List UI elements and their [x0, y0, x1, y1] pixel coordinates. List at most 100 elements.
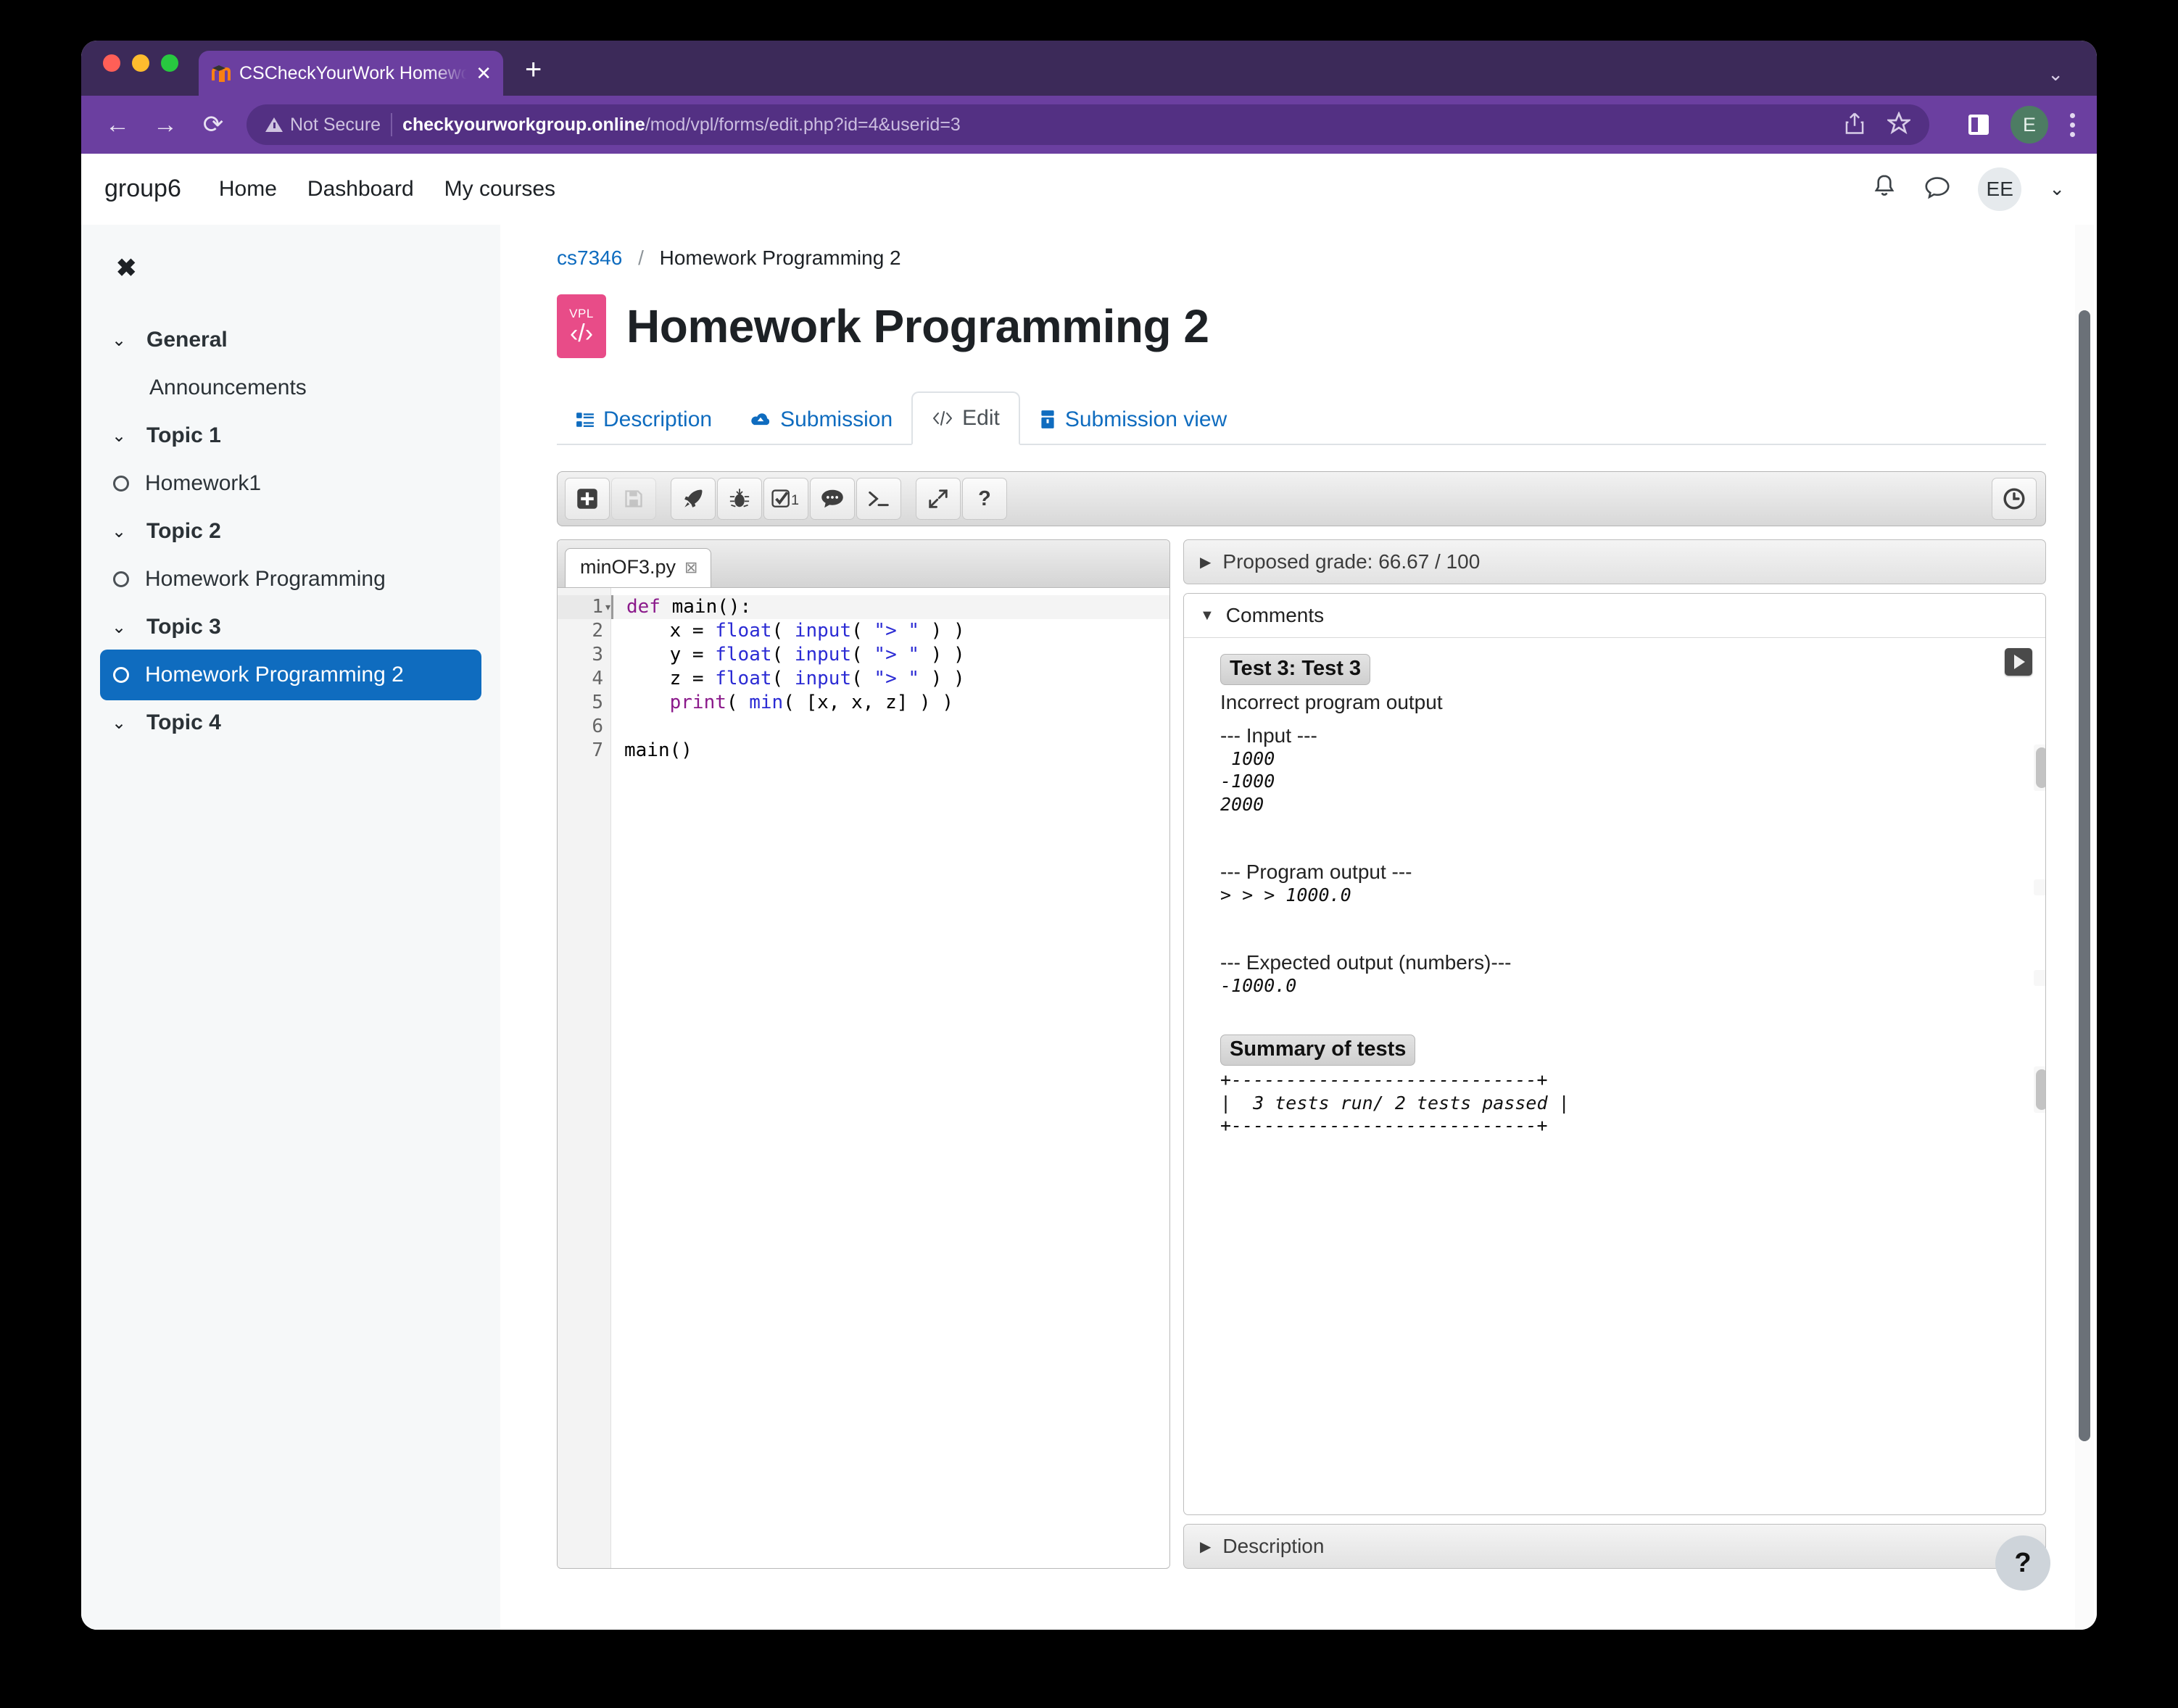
course-index-item-homework1[interactable]: Homework1 — [100, 458, 481, 509]
nav-link-home[interactable]: Home — [219, 177, 277, 202]
help-button[interactable]: ? — [962, 478, 1007, 520]
input-body: 1000 -1000 2000 — [1220, 748, 1275, 815]
tab-submission-view[interactable]: Submission view — [1020, 394, 1246, 445]
run-rocket-button[interactable] — [671, 478, 716, 520]
close-file-icon[interactable]: ⊠ — [684, 558, 697, 577]
main-content: cs7346 / Homework Programming 2 VPL ‹/› … — [500, 225, 2097, 1630]
course-index-section-topic-1[interactable]: ⌄ Topic 1 — [100, 413, 481, 458]
url-path: /mod/vpl/forms/edit.php?id=4&userid=3 — [645, 114, 961, 135]
item-label: Homework Programming — [145, 567, 386, 591]
share-icon[interactable] — [1844, 112, 1866, 138]
expected-output-block: --- Expected output (numbers)--- -1000.0 — [1220, 951, 2045, 997]
code-line: main() — [624, 739, 692, 761]
ide-body: minOF3.py ⊠ 1 ▾ 2 3 4 5 6 7 def main(): … — [557, 539, 2046, 1569]
line-number: 1 ▾ — [558, 595, 612, 619]
page-scrollbar[interactable] — [2075, 225, 2094, 1630]
program-output-scrollbar[interactable] — [2034, 879, 2045, 895]
upload-cloud-icon — [750, 410, 771, 429]
code-text[interactable]: def main(): x = float( input( "> " ) ) y… — [611, 588, 1169, 1568]
forward-button[interactable]: → — [151, 112, 180, 137]
description-panel[interactable]: ▶ Description — [1183, 1524, 2046, 1569]
course-index-item-homework-programming[interactable]: Homework Programming — [100, 554, 481, 605]
browser-tab[interactable]: CSCheckYourWork Homework ✕ — [199, 51, 503, 96]
expected-output-header: --- Expected output (numbers)--- — [1220, 951, 1512, 974]
security-label: Not Secure — [290, 114, 381, 135]
proposed-grade-panel[interactable]: ▶ Proposed grade: 66.67 / 100 — [1183, 539, 2046, 584]
tab-label: Edit — [962, 406, 1000, 430]
course-index-item-announcements[interactable]: Announcements — [100, 362, 481, 413]
item-label: Homework1 — [145, 471, 262, 495]
file-tab-name: minOF3.py — [580, 556, 676, 578]
chevron-down-icon: ⌄ — [112, 426, 127, 446]
course-index-section-topic-4[interactable]: ⌄ Topic 4 — [100, 700, 481, 745]
chevron-down-icon: ⌄ — [112, 521, 127, 542]
site-security-indicator[interactable]: Not Secure — [265, 115, 381, 136]
tab-submission[interactable]: Submission — [731, 394, 911, 445]
bookmark-star-icon[interactable] — [1886, 110, 1912, 138]
close-tab-button[interactable]: ✕ — [476, 64, 492, 83]
page-scrollbar-thumb[interactable] — [2079, 310, 2090, 1441]
nav-link-my-courses[interactable]: My courses — [444, 177, 555, 202]
reload-button[interactable]: ⟳ — [199, 112, 228, 137]
evaluate-button[interactable]: 1 — [763, 478, 808, 520]
browser-profile-button[interactable]: E — [2011, 106, 2048, 144]
file-tab-minOF3[interactable]: minOF3.py ⊠ — [565, 548, 712, 587]
course-index-section-topic-2[interactable]: ⌄ Topic 2 — [100, 509, 481, 554]
course-index-item-homework-programming-2[interactable]: Homework Programming 2 — [100, 650, 481, 700]
clock-icon[interactable] — [1992, 478, 2037, 520]
kebab-menu-icon[interactable] — [2070, 112, 2075, 137]
completion-circle-icon — [113, 476, 129, 492]
minimize-window-button[interactable] — [132, 54, 149, 72]
play-icon[interactable] — [2005, 648, 2032, 676]
course-index-section-general[interactable]: ⌄ General — [100, 318, 481, 362]
floating-help-button[interactable]: ? — [1995, 1535, 2050, 1591]
sidebar-toggle-icon[interactable] — [1968, 115, 1989, 135]
bell-icon[interactable] — [1872, 174, 1897, 204]
chevron-down-icon[interactable]: ⌄ — [2049, 178, 2065, 200]
ide-toolbar: 1 ? — [557, 471, 2046, 526]
site-name[interactable]: group6 — [104, 175, 181, 203]
code-editor[interactable]: 1 ▾ 2 3 4 5 6 7 def main(): x = float(i… — [558, 588, 1169, 1568]
nav-link-dashboard[interactable]: Dashboard — [307, 177, 414, 202]
line-number: 7 — [592, 739, 603, 761]
url-host: checkyourworkgroup.online — [402, 114, 645, 135]
comments-speech-button[interactable] — [810, 478, 855, 520]
back-button[interactable]: ← — [103, 112, 132, 137]
console-terminal-button[interactable] — [856, 478, 901, 520]
tab-description[interactable]: Description — [557, 394, 731, 445]
course-index-sidebar: ✖ ⌄ General Announcements ⌄ Topic 1 Home… — [81, 225, 500, 1630]
new-tab-button[interactable]: + — [525, 55, 542, 96]
close-window-button[interactable] — [103, 54, 120, 72]
page-title: Homework Programming 2 — [626, 300, 1209, 352]
url-bar[interactable]: Not Secure checkyourworkgroup.online/mod… — [247, 104, 1929, 145]
page-body: ✖ ⌄ General Announcements ⌄ Topic 1 Home… — [81, 225, 2097, 1630]
web-page: group6 Home Dashboard My courses EE ⌄ ✖ … — [81, 154, 2097, 1630]
test-message: Incorrect program output — [1220, 691, 1443, 713]
breadcrumb-course-link[interactable]: cs7346 — [557, 246, 622, 269]
section-label: Topic 2 — [146, 519, 221, 543]
maximize-window-button[interactable] — [161, 54, 178, 72]
tab-list-chevron-icon[interactable]: ⌄ — [2047, 63, 2063, 86]
summary-scrollbar[interactable] — [2034, 1066, 2045, 1114]
description-icon — [576, 410, 595, 429]
primary-nav: Home Dashboard My courses — [219, 177, 555, 202]
comments-label: Comments — [1225, 604, 1325, 626]
line-number: 2 — [592, 620, 603, 642]
message-icon[interactable] — [1924, 175, 1950, 203]
fullscreen-button[interactable] — [916, 478, 961, 520]
new-file-button[interactable] — [565, 478, 610, 520]
input-scrollbar[interactable] — [2034, 745, 2045, 791]
completion-circle-icon — [113, 571, 129, 587]
activity-tabs: Description Submission Edit Submission v… — [557, 390, 2046, 445]
course-index-section-topic-3[interactable]: ⌄ Topic 3 — [100, 605, 481, 650]
tab-label: Submission — [780, 407, 893, 431]
close-course-index-button[interactable]: ✖ — [116, 254, 137, 283]
debug-button[interactable] — [717, 478, 762, 520]
warning-triangle-icon — [265, 117, 283, 132]
tab-edit[interactable]: Edit — [911, 391, 1020, 445]
comments-panel: ▼ Comments Test 3: Test 3 Incorrect prog… — [1183, 593, 2046, 1515]
expected-output-scrollbar[interactable] — [2034, 970, 2045, 986]
comments-panel-header[interactable]: ▼ Comments — [1184, 594, 2045, 638]
avatar[interactable]: EE — [1978, 167, 2022, 211]
